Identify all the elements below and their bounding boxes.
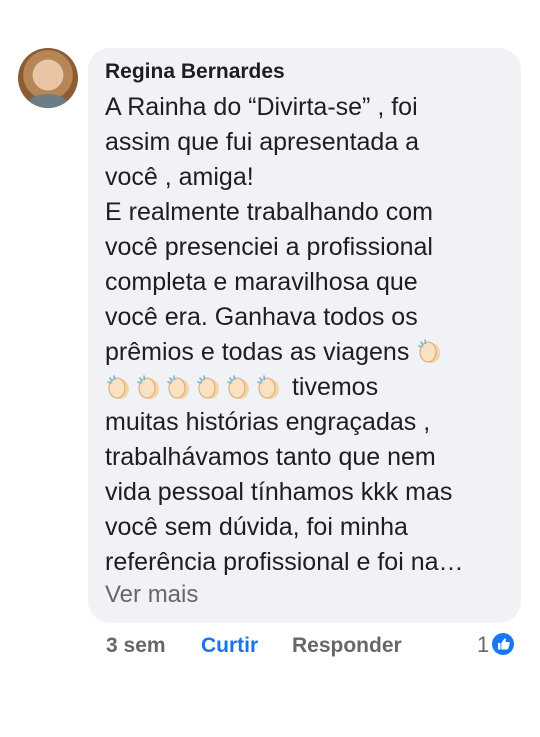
comment-line: muitas histórias engraçadas , <box>105 408 431 436</box>
comment-line-with-emoji: prêmios e todas as viagens <box>105 335 515 370</box>
comment-line: assim que fui apresentada a <box>105 128 420 156</box>
reply-button[interactable]: Responder <box>292 634 402 658</box>
avatar[interactable] <box>18 48 78 108</box>
comment-line-with-emoji: tivemos <box>105 370 515 405</box>
clapping-hands-icon <box>197 375 219 399</box>
clapping-hands-row <box>105 371 285 406</box>
comment-text: A Rainha do “Divirta-se” , foi assim que… <box>105 90 515 580</box>
comment-timestamp[interactable]: 3 sem <box>106 634 166 658</box>
avatar-face <box>37 62 59 90</box>
clapping-hands-icon <box>227 375 249 399</box>
clapping-hands-icon <box>107 375 129 399</box>
comment-bubble: Regina Bernardes A Rainha do “Divirta-se… <box>88 48 521 623</box>
like-button[interactable]: Curtir <box>201 634 258 658</box>
clapping-hands-icon <box>418 339 441 363</box>
clapping-hands-icon <box>137 375 159 399</box>
clapping-hands-icon <box>257 375 279 399</box>
comment-line-text: prêmios e todas as viagens <box>105 338 410 366</box>
see-more-link[interactable]: Ver mais <box>105 581 198 609</box>
comment-line: você sem dúvida, foi minha <box>105 513 408 541</box>
comment-line: você presenciei a profissional <box>105 233 433 261</box>
comment-line-text: tivemos <box>291 373 379 401</box>
comment-line: você era. Ganhava todos os <box>105 303 418 331</box>
comment-line: trabalhávamos tanto que nem <box>105 443 436 471</box>
avatar-shoulders <box>28 94 68 108</box>
comment-line: completa e maravilhosa que <box>105 268 418 296</box>
comment-line: referência profissional e foi na… <box>105 548 464 576</box>
like-thumb-icon[interactable] <box>491 632 515 656</box>
comment-line: vida pessoal tínhamos kkk mas <box>105 478 453 506</box>
reaction-count[interactable]: 1 <box>477 632 489 658</box>
comment-author[interactable]: Regina Bernardes <box>105 60 285 84</box>
comment-line: E realmente trabalhando com <box>105 198 433 226</box>
comment-line: você , amiga! <box>105 163 254 191</box>
comment-line: A Rainha do “Divirta-se” , foi <box>105 93 418 121</box>
clapping-hands-icon <box>167 375 189 399</box>
